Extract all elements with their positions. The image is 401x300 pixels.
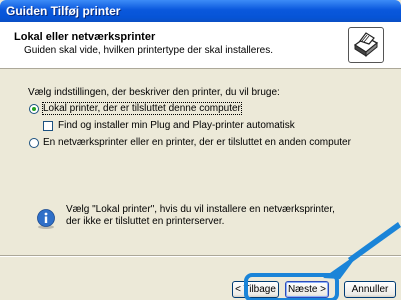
wizard-header: Lokal eller netværksprinter Guiden skal …	[0, 22, 401, 69]
radio-selected-dot	[32, 107, 36, 111]
network-printer-radio[interactable]	[29, 138, 39, 148]
add-printer-wizard-window: Guiden Tilføj printer Lokal eller netvær…	[0, 0, 401, 300]
pointer-arrow-icon	[320, 222, 401, 284]
local-printer-label[interactable]: Lokal printer, der er tilsluttet denne c…	[42, 102, 242, 115]
local-printer-radio[interactable]	[29, 104, 39, 114]
printer-icon	[348, 27, 384, 63]
plug-and-play-label[interactable]: Find og installer min Plug and Play-prin…	[58, 120, 295, 131]
info-icon	[36, 209, 56, 229]
info-text-line1: Vælg "Lokal printer", hvis du vil instal…	[66, 204, 335, 215]
header-subtitle: Guiden skal vide, hvilken printertype de…	[24, 45, 274, 56]
title-bar[interactable]: Guiden Tilføj printer	[0, 0, 401, 22]
intro-text: Vælg indstillingen, der beskriver den pr…	[28, 87, 280, 98]
window-title: Guiden Tilføj printer	[6, 4, 121, 18]
info-text-line2: der ikke er tilsluttet en printerserver.	[66, 216, 225, 227]
plug-and-play-checkbox[interactable]	[43, 121, 53, 131]
network-printer-label[interactable]: En netværksprinter eller en printer, der…	[43, 137, 351, 148]
header-title: Lokal eller netværksprinter	[14, 31, 156, 43]
